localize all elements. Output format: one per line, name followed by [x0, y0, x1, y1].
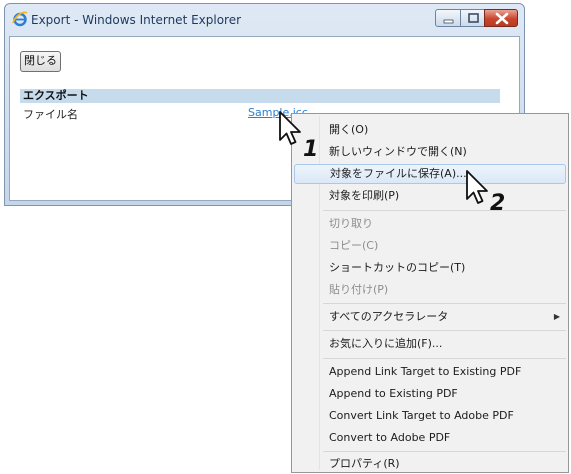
menu-item-save-target-as[interactable]: 対象をファイルに保存(A)... — [294, 164, 566, 184]
menu-separator — [323, 451, 566, 452]
window-title: Export - Windows Internet Explorer — [31, 13, 242, 27]
context-menu: 開く(O) 新しいウィンドウで開く(N) 対象をファイルに保存(A)... 対象… — [291, 113, 569, 473]
maximize-icon — [468, 13, 479, 23]
menu-item-all-accelerators[interactable]: すべてのアクセラレータ ▶ — [294, 307, 566, 327]
menu-separator — [323, 210, 566, 211]
close-icon — [495, 12, 509, 25]
internet-explorer-icon — [12, 11, 28, 27]
menu-separator — [323, 358, 566, 359]
menu-item-copy-shortcut[interactable]: ショートカットのコピー(T) — [294, 258, 566, 278]
menu-item-open-new-window[interactable]: 新しいウィンドウで開く(N) — [294, 142, 566, 162]
step-number-2: 2 — [490, 191, 506, 216]
mouse-pointer-icon — [466, 170, 488, 204]
menu-item-append-link-pdf[interactable]: Append Link Target to Existing PDF — [294, 362, 566, 382]
menu-item-properties[interactable]: プロパティ(R) — [294, 454, 566, 474]
menu-item-convert-link-pdf[interactable]: Convert Link Target to Adobe PDF — [294, 406, 566, 426]
menu-item-print-target[interactable]: 対象を印刷(P) — [294, 186, 566, 206]
step-number-1: 1 — [303, 137, 319, 162]
menu-item-cut[interactable]: 切り取り — [294, 214, 566, 234]
submenu-arrow-icon: ▶ — [553, 312, 560, 321]
menu-separator — [323, 330, 566, 331]
menu-item-paste[interactable]: 貼り付け(P) — [294, 280, 566, 300]
export-section-header: エクスポート — [20, 89, 500, 103]
section-title: エクスポート — [23, 89, 89, 102]
close-page-button[interactable]: 閉じる — [20, 51, 61, 72]
mouse-pointer-icon — [279, 111, 301, 145]
menu-item-convert-pdf[interactable]: Convert to Adobe PDF — [294, 428, 566, 448]
menu-item-add-favorites[interactable]: お気に入りに追加(F)... — [294, 334, 566, 354]
menu-item-label: すべてのアクセラレータ — [329, 310, 449, 323]
minimize-icon — [443, 19, 454, 24]
minimize-button[interactable] — [435, 9, 461, 27]
maximize-button[interactable] — [460, 9, 485, 27]
menu-item-append-pdf[interactable]: Append to Existing PDF — [294, 384, 566, 404]
title-bar[interactable]: Export - Windows Internet Explorer — [5, 4, 524, 34]
window-close-button[interactable] — [484, 9, 518, 27]
menu-separator — [323, 303, 566, 304]
menu-item-copy[interactable]: コピー(C) — [294, 236, 566, 256]
menu-item-open[interactable]: 開く(O) — [294, 120, 566, 140]
file-name-label: ファイル名 — [23, 108, 78, 121]
